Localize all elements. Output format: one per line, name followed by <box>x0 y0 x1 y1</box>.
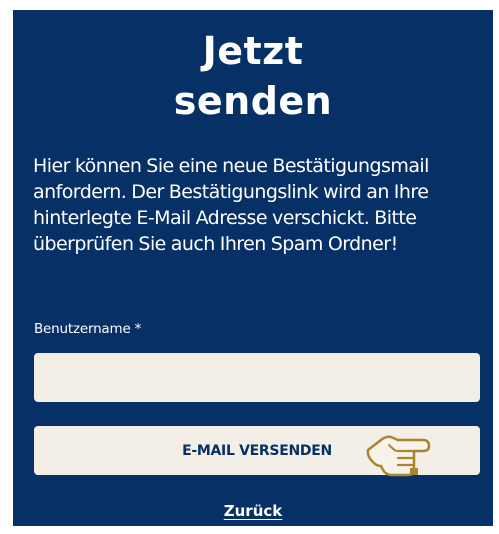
back-link[interactable]: Zurück <box>13 501 493 521</box>
username-label-text: Benutzername <box>34 321 131 337</box>
page-title: Jetzt senden <box>13 26 493 126</box>
username-input[interactable] <box>34 353 480 402</box>
username-label: Benutzername * <box>34 320 141 338</box>
resend-confirmation-panel: Jetzt senden Hier können Sie eine neue B… <box>13 10 493 526</box>
title-line-2: senden <box>173 79 333 123</box>
description-text: Hier können Sie eine neue Bestätigungsma… <box>33 155 429 255</box>
required-marker: * <box>134 321 142 337</box>
title-line-1: Jetzt <box>202 29 304 73</box>
pointing-hand-icon <box>366 435 431 477</box>
